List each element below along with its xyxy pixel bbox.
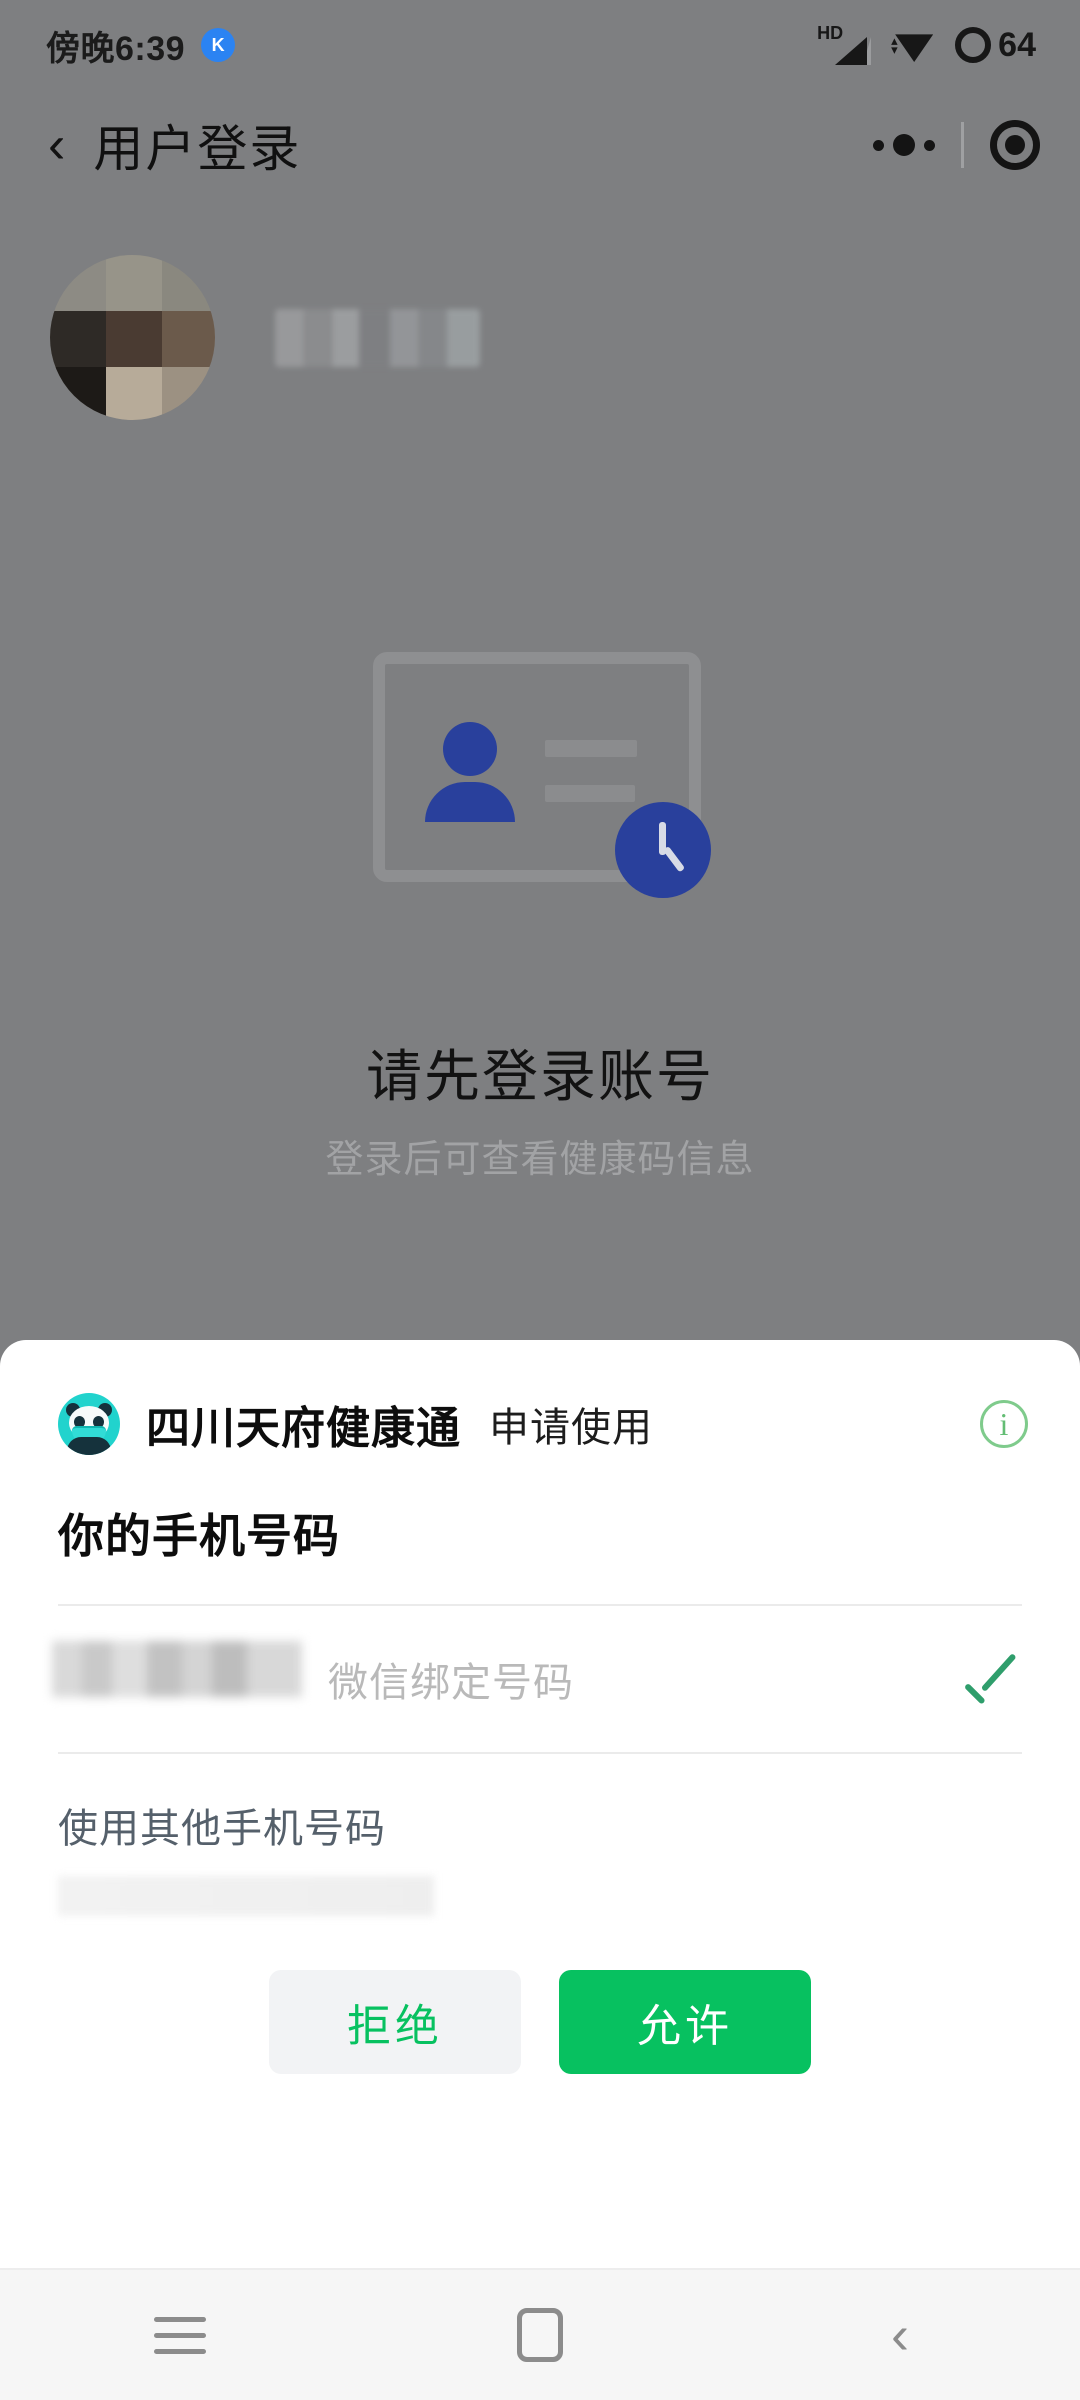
phone-screen: 傍晚6:39 K HD ▴ ▾ 64 ‹ 用户登录 请先登录账号 登录后可查看健… (0, 0, 1080, 2400)
avatar-pixel (162, 367, 215, 420)
status-bar-right: HD ▴ ▾ 64 (817, 23, 1036, 67)
battery-ring (955, 27, 992, 63)
check-icon (966, 1662, 1022, 1696)
person-head (443, 722, 497, 776)
avatar-pixel (162, 255, 215, 311)
page-header: ‹ 用户登录 (0, 90, 1080, 200)
target-icon[interactable] (990, 120, 1040, 170)
avatar[interactable] (50, 255, 215, 420)
panda-body (67, 1437, 111, 1455)
menu-line (154, 2332, 206, 2338)
panda-logo-icon (58, 1393, 120, 1455)
home-square-icon (517, 2308, 563, 2362)
status-bar: 傍晚6:39 K HD ▴ ▾ 64 (0, 0, 1080, 90)
more-dots-icon[interactable] (873, 134, 935, 156)
wifi-fan (895, 34, 934, 62)
page-title: 用户登录 (93, 121, 302, 177)
phone-option-row[interactable]: 微信绑定号码 (0, 1606, 1080, 1752)
redaction-mask (52, 1641, 302, 1697)
empty-state-illustration (0, 630, 1080, 900)
avatar-pixel (162, 311, 215, 367)
other-phone-row[interactable]: 使用其他手机号码 (0, 1754, 1080, 1916)
username-redacted (275, 308, 480, 367)
recents-button[interactable] (120, 2300, 240, 2370)
signal-bars (835, 37, 868, 65)
android-nav-bar: ‹ (0, 2268, 1080, 2400)
dot-right (924, 139, 935, 151)
deny-button[interactable]: 拒绝 (269, 1970, 521, 2074)
back-chevron-icon: ‹ (891, 2305, 909, 2365)
scope-title: 你的手机号码 (58, 1510, 340, 1562)
avatar-pixel (50, 311, 106, 367)
avatar-pixel (50, 367, 106, 420)
menu-icon (154, 2316, 206, 2354)
status-bar-left: 傍晚6:39 K (46, 21, 236, 70)
profile-row[interactable] (50, 255, 480, 420)
allow-button[interactable]: 允许 (559, 1970, 811, 2074)
sheet-actions: 拒绝 允许 (0, 1970, 1080, 2074)
dot-mid (893, 134, 915, 156)
card-text-line (545, 785, 635, 802)
empty-state-title: 请先登录账号 (366, 1045, 714, 1108)
home-button[interactable] (480, 2300, 600, 2370)
phone-source-label: 微信绑定号码 (328, 1661, 574, 1705)
other-phone-placeholder (58, 1876, 434, 1916)
menu-line (154, 2348, 206, 2354)
phone-number-redacted (52, 1641, 302, 1705)
request-action-text: 申请使用 (489, 1406, 653, 1450)
info-icon[interactable]: i (980, 1400, 1028, 1448)
wifi-icon: ▴ ▾ (891, 26, 935, 64)
wifi-updown-dots: ▴ ▾ (891, 33, 898, 57)
menu-line (154, 2316, 206, 2322)
battery-icon: 64 (955, 26, 1036, 65)
empty-state-subtitle: 登录后可查看健康码信息 (325, 1139, 755, 1181)
avatar-pixel (106, 255, 162, 311)
back-icon[interactable]: ‹ (48, 119, 65, 171)
authorization-sheet: 四川天府健康通 申请使用 i 你的手机号码 微信绑定号码 使用其他手机号码 拒绝… (0, 1340, 1080, 2270)
capsule-divider (961, 122, 964, 168)
sheet-header: 四川天府健康通 申请使用 i (0, 1340, 1080, 1456)
hd-signal-icon: HD (817, 23, 872, 67)
app-badge-icon: K (201, 28, 236, 62)
card-text-line (545, 740, 637, 757)
other-phone-link[interactable]: 使用其他手机号码 (58, 1796, 1022, 1854)
miniprogram-capsule (873, 120, 1040, 170)
dot-left (873, 139, 884, 151)
status-time: 傍晚6:39 (46, 29, 186, 68)
avatar-pixel (106, 367, 162, 420)
clock-badge-icon (615, 802, 711, 898)
miniprogram-name: 四川天府健康通 (146, 1404, 461, 1453)
id-card-clock-icon (365, 630, 715, 900)
back-button[interactable]: ‹ (840, 2300, 960, 2370)
avatar-pixel (50, 255, 106, 311)
battery-level: 64 (998, 25, 1036, 64)
avatar-pixel (106, 311, 162, 367)
